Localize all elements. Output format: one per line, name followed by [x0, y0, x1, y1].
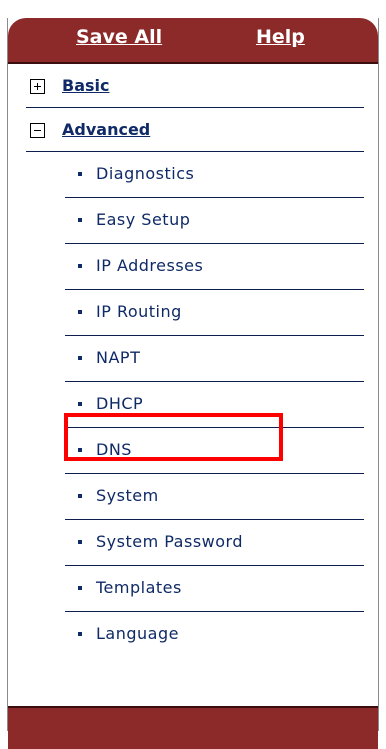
nav-item-ip-addresses[interactable]: IP Addresses	[65, 244, 364, 290]
expand-icon[interactable]	[30, 79, 45, 94]
bullet-icon	[78, 264, 82, 268]
nav-item-label[interactable]: Language	[96, 624, 179, 643]
nav-item-label[interactable]: System Password	[96, 532, 243, 551]
panel-header: Save All Help	[8, 18, 378, 64]
nav-item-label[interactable]: NAPT	[96, 348, 140, 367]
bullet-icon	[78, 356, 82, 360]
navigation-panel: Save All Help Basic Advanced Diagnostics…	[7, 18, 379, 749]
bullet-icon	[78, 402, 82, 406]
bullet-icon	[78, 218, 82, 222]
nav-item-label[interactable]: IP Routing	[96, 302, 182, 321]
help-link[interactable]: Help	[256, 26, 305, 48]
nav-item-ip-routing[interactable]: IP Routing	[65, 290, 364, 336]
bullet-icon	[78, 632, 82, 636]
collapse-icon[interactable]	[30, 123, 45, 138]
nav-item-label[interactable]: Easy Setup	[96, 210, 190, 229]
nav-item-diagnostics[interactable]: Diagnostics	[65, 152, 364, 198]
nav-item-system[interactable]: System	[65, 474, 364, 520]
nav-item-label[interactable]: Diagnostics	[96, 164, 194, 183]
save-all-link[interactable]: Save All	[76, 26, 162, 48]
nav-item-label[interactable]: IP Addresses	[96, 256, 203, 275]
section-basic-label[interactable]: Basic	[62, 76, 109, 95]
bullet-icon	[78, 310, 82, 314]
bullet-icon	[78, 494, 82, 498]
section-basic[interactable]: Basic	[26, 64, 364, 108]
bullet-icon	[78, 586, 82, 590]
nav-item-language[interactable]: Language	[65, 612, 364, 658]
nav-item-system-password[interactable]: System Password	[65, 520, 364, 566]
bullet-icon	[78, 172, 82, 176]
nav-item-label[interactable]: Templates	[96, 578, 182, 597]
nav-item-templates[interactable]: Templates	[65, 566, 364, 612]
bullet-icon	[78, 540, 82, 544]
nav-item-easy-setup[interactable]: Easy Setup	[65, 198, 364, 244]
section-advanced-label[interactable]: Advanced	[62, 120, 150, 139]
panel-footer	[8, 706, 378, 749]
section-advanced[interactable]: Advanced	[26, 108, 364, 152]
highlight-box-dhcp	[64, 413, 283, 461]
nav-item-label[interactable]: System	[96, 486, 159, 505]
nav-item-napt[interactable]: NAPT	[65, 336, 364, 382]
nav-item-label[interactable]: DHCP	[96, 394, 143, 413]
